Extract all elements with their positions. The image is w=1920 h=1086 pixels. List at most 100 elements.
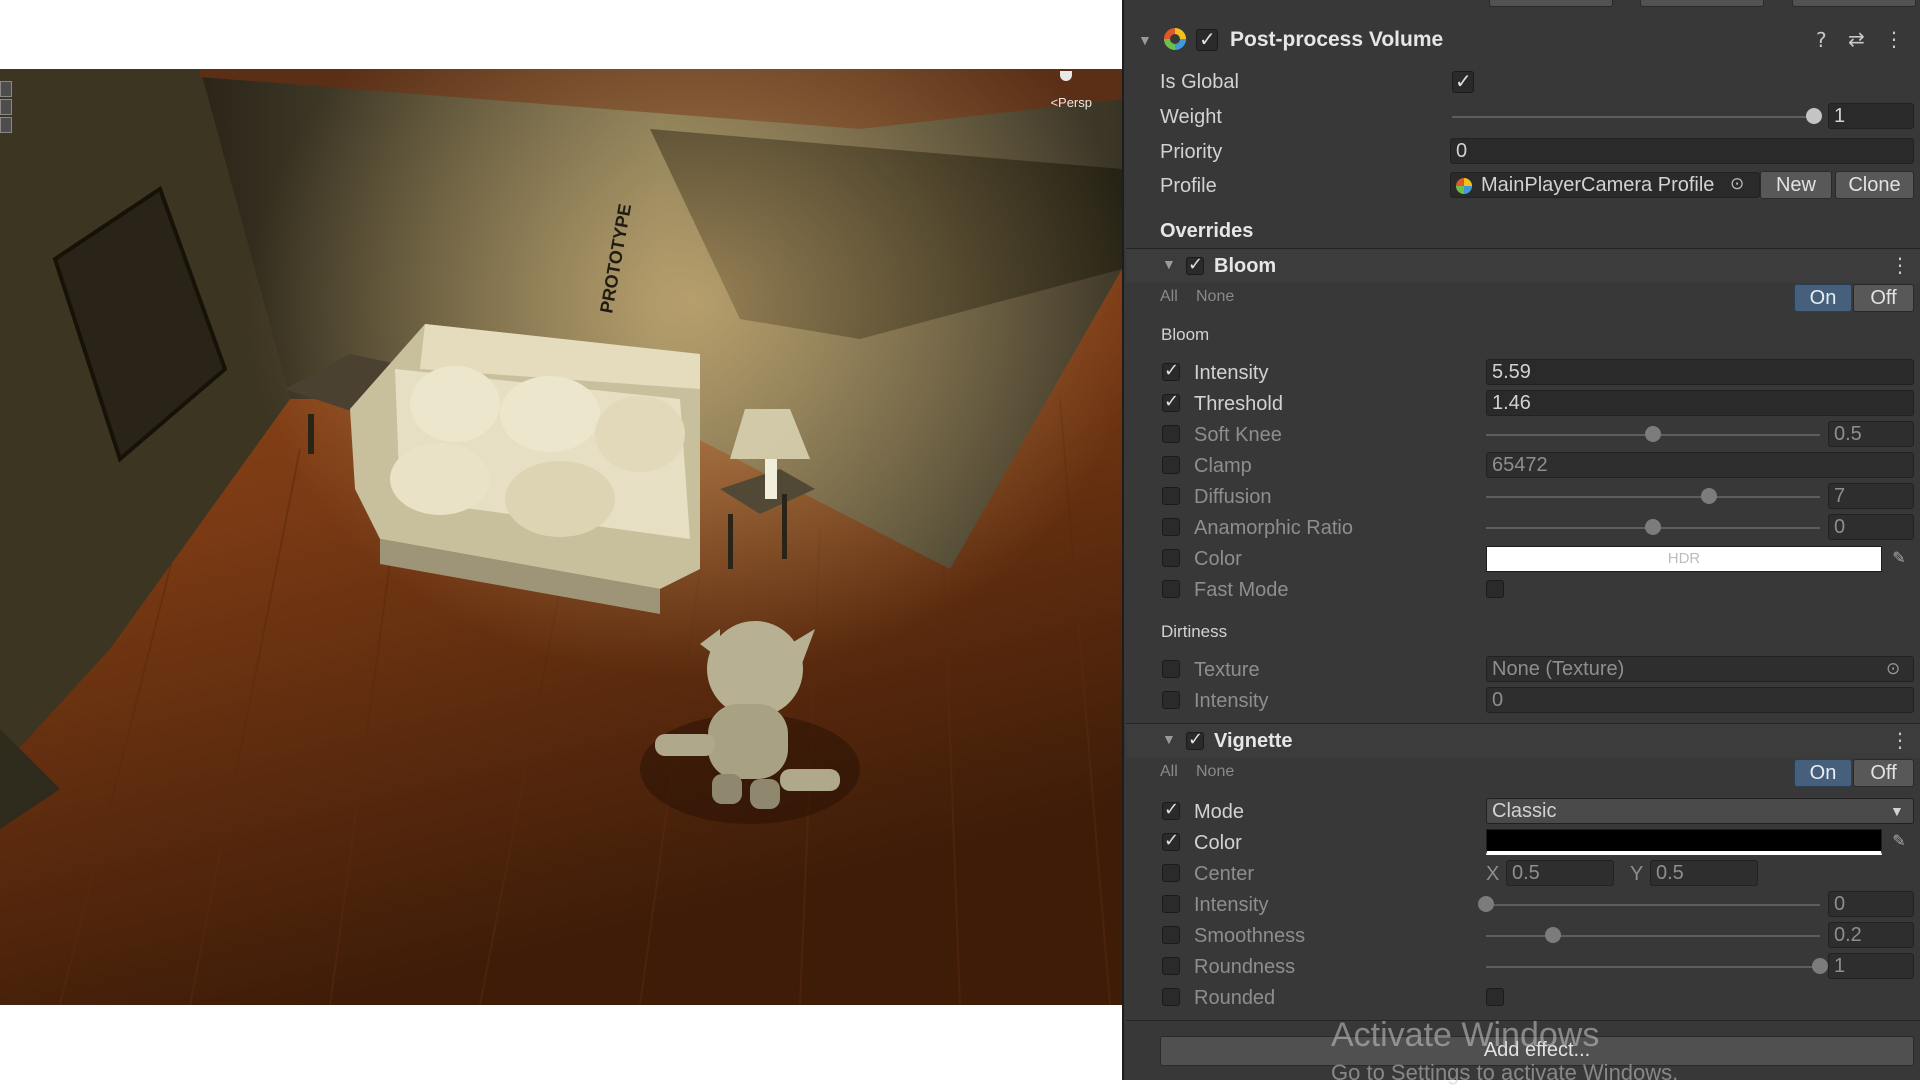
bloom-all-link[interactable]: All xyxy=(1160,284,1178,310)
roundness-slider-track[interactable] xyxy=(1486,966,1820,968)
vignette-off-toggle[interactable]: Off xyxy=(1853,759,1914,787)
vignette-mode-value: Classic xyxy=(1492,800,1557,822)
dirt-intensity-field[interactable]: 0 xyxy=(1486,687,1914,713)
bloom-fast-mode-checkbox[interactable] xyxy=(1486,580,1504,598)
bloom-foldout-arrow[interactable]: ▼ xyxy=(1162,256,1176,272)
bloom-threshold-field[interactable]: 1.46 xyxy=(1486,390,1914,416)
post-process-volume-icon xyxy=(1164,28,1186,50)
vignette-mode-override[interactable] xyxy=(1162,799,1180,820)
anamorphic-field[interactable]: 0 xyxy=(1828,514,1914,540)
presets-icon[interactable]: ⇄ xyxy=(1848,29,1865,49)
vignette-enabled-checkbox[interactable] xyxy=(1186,729,1204,750)
eyedropper-icon[interactable]: ✎ xyxy=(1888,548,1910,570)
vignette-intensity-override[interactable] xyxy=(1162,895,1180,913)
bloom-soft-knee-override[interactable] xyxy=(1162,425,1180,443)
vignette-mode-label: Mode xyxy=(1194,801,1245,823)
vignette-rounded-override[interactable] xyxy=(1162,988,1180,1006)
scene-view[interactable]: PROTOTYPE <Persp xyxy=(0,69,1122,1005)
bloom-enabled-checkbox[interactable] xyxy=(1186,254,1204,275)
object-picker-icon[interactable]: ⊙ xyxy=(1730,175,1748,193)
bloom-color-label: Color xyxy=(1194,548,1242,570)
vignette-color-override[interactable] xyxy=(1162,830,1180,851)
vignette-center-override[interactable] xyxy=(1162,864,1180,882)
dirt-texture-field[interactable]: None (Texture) xyxy=(1486,656,1914,682)
bloom-menu-icon[interactable]: ⋮ xyxy=(1890,255,1910,275)
dirt-intensity-override[interactable] xyxy=(1162,691,1180,709)
priority-field[interactable]: 0 xyxy=(1450,138,1914,164)
vignette-all-link[interactable]: All xyxy=(1160,759,1178,785)
vignette-rounded-checkbox[interactable] xyxy=(1486,988,1504,1006)
bloom-threshold-override[interactable] xyxy=(1162,391,1180,412)
smoothness-slider-track[interactable] xyxy=(1486,935,1820,937)
center-x-field[interactable]: 0.5 xyxy=(1506,860,1614,886)
toolbar-button-stub[interactable] xyxy=(1792,0,1916,7)
bloom-color-swatch[interactable]: HDR xyxy=(1486,546,1882,572)
activate-windows-watermark: Activate Windows xyxy=(1331,1016,1600,1054)
vignette-intensity-field[interactable]: 0 xyxy=(1828,891,1914,917)
bloom-none-link[interactable]: None xyxy=(1196,284,1234,310)
diffusion-slider-track[interactable] xyxy=(1486,496,1820,498)
vignette-roundness-override[interactable] xyxy=(1162,957,1180,975)
bloom-clamp-override[interactable] xyxy=(1162,456,1180,474)
vignette-roundness-label: Roundness xyxy=(1194,956,1296,978)
profile-new-button[interactable]: New xyxy=(1760,171,1832,199)
soft-knee-slider-knob[interactable] xyxy=(1645,426,1661,442)
camera-projection-label[interactable]: <Persp xyxy=(1050,95,1092,110)
vignette-rounded-label: Rounded xyxy=(1194,987,1276,1009)
profile-asset-icon xyxy=(1456,178,1472,194)
chevron-down-icon[interactable]: ▼ xyxy=(1890,803,1904,819)
roundness-field[interactable]: 1 xyxy=(1828,953,1914,979)
profile-clone-button[interactable]: Clone xyxy=(1835,171,1914,199)
vignette-foldout-arrow[interactable]: ▼ xyxy=(1162,731,1176,747)
smoothness-slider-knob[interactable] xyxy=(1544,927,1561,943)
bloom-fast-mode-override[interactable] xyxy=(1162,580,1180,598)
center-y-field[interactable]: 0.5 xyxy=(1650,860,1758,886)
profile-object-field[interactable]: MainPlayerCamera Profile xyxy=(1450,172,1760,198)
vignette-smoothness-label: Smoothness xyxy=(1194,925,1306,947)
diffusion-field[interactable]: 7 xyxy=(1828,483,1914,509)
is-global-checkbox[interactable] xyxy=(1452,69,1474,93)
toolbar-button-stub[interactable] xyxy=(1489,0,1613,7)
bloom-intensity-override[interactable] xyxy=(1162,360,1180,381)
scene-toolbar-stub[interactable] xyxy=(0,81,12,135)
vignette-mode-dropdown[interactable]: Classic xyxy=(1486,798,1914,824)
vignette-on-toggle[interactable]: On xyxy=(1794,759,1852,787)
bloom-off-toggle[interactable]: Off xyxy=(1853,284,1914,312)
vignette-intensity-slider-track[interactable] xyxy=(1486,904,1820,906)
bloom-group-label: Bloom xyxy=(1161,325,1210,344)
bloom-title: Bloom xyxy=(1214,255,1277,277)
bloom-color-override[interactable] xyxy=(1162,549,1180,567)
vignette-color-swatch[interactable] xyxy=(1486,829,1882,855)
component-enabled-checkbox[interactable] xyxy=(1196,27,1218,51)
vignette-none-link[interactable]: None xyxy=(1196,759,1234,785)
object-picker-icon[interactable]: ⊙ xyxy=(1886,659,1900,679)
component-foldout-arrow[interactable]: ▼ xyxy=(1138,32,1152,48)
bloom-intensity-field[interactable]: 5.59 xyxy=(1486,359,1914,385)
component-menu-icon[interactable]: ⋮ xyxy=(1884,29,1904,49)
weight-field[interactable]: 1 xyxy=(1828,103,1914,129)
vignette-intensity-slider-knob[interactable] xyxy=(1478,896,1494,912)
inspector-panel: ▼ Post-process Volume ? ⇄ ⋮ Is Global We… xyxy=(1122,0,1920,1080)
help-icon[interactable]: ? xyxy=(1816,30,1827,50)
weight-slider-knob[interactable] xyxy=(1806,108,1822,124)
weight-slider-track[interactable] xyxy=(1452,116,1814,118)
eyedropper-icon[interactable]: ✎ xyxy=(1888,831,1910,853)
vignette-menu-icon[interactable]: ⋮ xyxy=(1890,730,1910,750)
bloom-diffusion-override[interactable] xyxy=(1162,487,1180,505)
bloom-anamorphic-override[interactable] xyxy=(1162,518,1180,536)
bloom-on-toggle[interactable]: On xyxy=(1794,284,1852,312)
diffusion-slider-knob[interactable] xyxy=(1700,488,1717,504)
smoothness-field[interactable]: 0.2 xyxy=(1828,922,1914,948)
soft-knee-field[interactable]: 0.5 xyxy=(1828,421,1914,447)
scene-render: PROTOTYPE xyxy=(0,69,1122,1005)
vignette-color-label: Color xyxy=(1194,832,1242,854)
dirt-intensity-label: Intensity xyxy=(1194,690,1269,712)
vignette-smoothness-override[interactable] xyxy=(1162,926,1180,944)
dirt-texture-label: Texture xyxy=(1194,659,1260,681)
roundness-slider-knob[interactable] xyxy=(1812,958,1828,974)
anamorphic-slider-knob[interactable] xyxy=(1645,519,1661,535)
toolbar-button-stub[interactable] xyxy=(1640,0,1764,7)
bloom-threshold-label: Threshold xyxy=(1194,393,1283,415)
dirt-texture-override[interactable] xyxy=(1162,660,1180,678)
bloom-clamp-field[interactable]: 65472 xyxy=(1486,452,1914,478)
